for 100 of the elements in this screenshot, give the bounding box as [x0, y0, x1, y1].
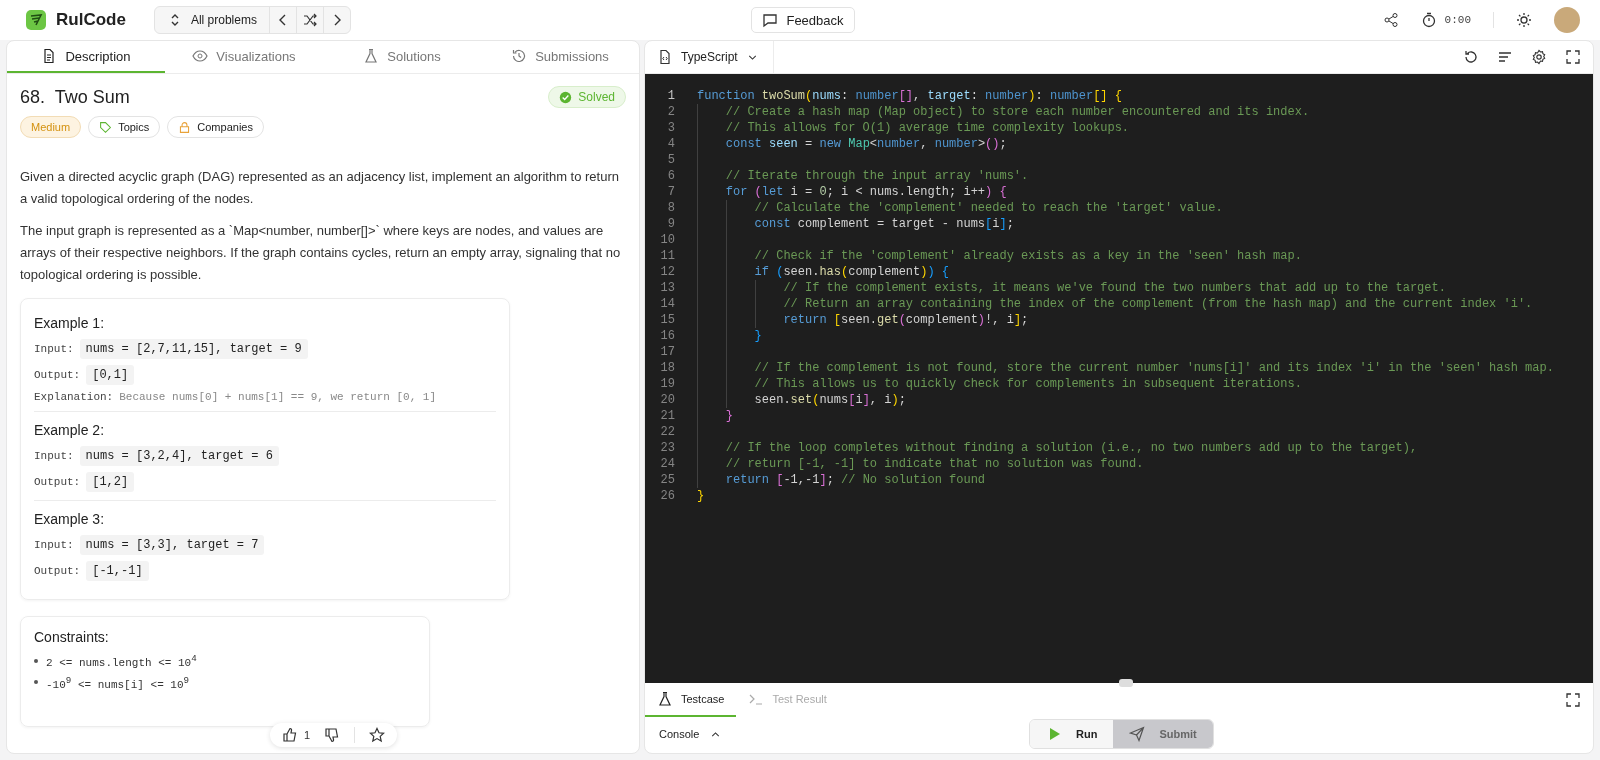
- example-label: Input:: [34, 539, 74, 551]
- submit-button[interactable]: Submit: [1113, 720, 1213, 748]
- brand-name[interactable]: RulCode: [56, 10, 126, 30]
- stopwatch-icon: [1420, 12, 1437, 28]
- line-number: 7: [666, 184, 676, 200]
- line-number: 15: [659, 312, 676, 328]
- tab[interactable]: Solutions: [323, 41, 481, 73]
- line-number: 13: [659, 280, 676, 296]
- history-icon: [511, 48, 528, 64]
- constraint-text: -10$^{9}$ <= nums[i] <= 10$^{9}$: [46, 674, 190, 691]
- line-number: 3: [666, 120, 676, 136]
- code-line: // Create a hash map (Map object) to store each number encountered and its index.: [725, 104, 1310, 120]
- logo-icon: [26, 10, 46, 30]
- example-label: Explanation:: [34, 391, 114, 403]
- problem-title: 68. Two Sum: [20, 86, 130, 108]
- tag-button[interactable]: Companies: [167, 116, 264, 138]
- line-number: 2: [666, 104, 676, 120]
- line-number: 25: [659, 472, 676, 488]
- language-select[interactable]: TypeScript: [653, 41, 774, 73]
- code-line: if (seen.has(complement)) {: [754, 264, 950, 280]
- code-line: }: [697, 488, 705, 504]
- code-line: // This allows us to quickly check for complements in subsequent iterations.: [754, 376, 1302, 392]
- line-number: 6: [666, 168, 676, 184]
- code-line: // If the complement is not found, store the current number 'nums[i]' and its index 'i' in the 'seen' hash map.: [754, 360, 1554, 376]
- example-value: [-1,-1]: [86, 561, 149, 581]
- flask-icon: [363, 48, 380, 64]
- line-number: 4: [666, 136, 676, 152]
- thumbs-up-icon: [282, 727, 298, 743]
- share-icon[interactable]: [1382, 12, 1399, 28]
- code-line: const seen = new Map<number, number>();: [725, 136, 1007, 152]
- code-line: // If the loop completes without finding a solution (i.e., no two numbers add up to the target),: [725, 440, 1418, 456]
- example-label: Output:: [34, 369, 81, 381]
- line-number: 12: [659, 264, 676, 280]
- constraints-title: Constraints:: [34, 629, 110, 645]
- example-value: nums = [3,3], target = 7: [79, 535, 265, 555]
- example-label: Output:: [34, 476, 81, 488]
- flask-icon: [657, 691, 673, 707]
- line-number: 9: [666, 216, 676, 232]
- example-value: nums = [2,7,11,15], target = 9: [79, 339, 308, 359]
- tab[interactable]: Submissions: [481, 41, 639, 73]
- format-icon[interactable]: [1497, 49, 1513, 65]
- tab[interactable]: Testcase: [645, 683, 737, 717]
- code-line: // Calculate the 'complement' needed to reach the 'target' value.: [754, 200, 1223, 216]
- line-number: 19: [659, 376, 676, 392]
- line-number: 21: [659, 408, 676, 424]
- line-number: 26: [659, 488, 676, 504]
- reset-icon[interactable]: [1463, 49, 1479, 65]
- line-number: 22: [659, 424, 676, 440]
- settings-icon[interactable]: [1531, 49, 1547, 65]
- code-line: // Return an array containing the index of the complement (from the hash map) and the current index 'i'.: [783, 296, 1533, 312]
- tab[interactable]: Description: [7, 41, 165, 73]
- example-label: Output:: [34, 565, 81, 577]
- code-line: // Check if the 'complement' already exists as a key in the 'seen' hash map.: [754, 248, 1302, 264]
- tag-icon: [99, 120, 113, 134]
- line-number: 5: [666, 152, 676, 168]
- code-line: function twoSum(nums: number[], target: number): number[] {: [697, 88, 1122, 104]
- example-value: nums = [3,2,4], target = 6: [79, 446, 279, 466]
- fullscreen-icon[interactable]: [1565, 692, 1581, 708]
- line-number: 8: [666, 200, 676, 216]
- tab[interactable]: Visualizations: [165, 41, 323, 73]
- constraint-text: 2 <= nums.length <= 10$^{4}$: [46, 653, 197, 669]
- console-button[interactable]: Console: [653, 726, 729, 742]
- code-line: seen.set(nums[i], i);: [754, 392, 906, 408]
- description-paragraph: Given a directed acyclic graph (DAG) represented as an adjacency list, implement an algorithm to return a valid topological ordering of the nodes.: [20, 168, 620, 208]
- like-button[interactable]: 1: [282, 727, 311, 743]
- code-file-icon: [657, 49, 673, 65]
- lock-icon: [178, 120, 192, 134]
- tag-button[interactable]: Topics: [88, 116, 161, 138]
- line-number: 16: [659, 328, 676, 344]
- line-number: 11: [659, 248, 676, 264]
- description-paragraph: The input graph is represented as a `Map<number, number[]>` where keys are nodes, and values are arrays of their respective neighbors. If the graph contains cycles, return an empty array, signaling that no topological ordering is possible.: [20, 222, 622, 284]
- example-value: [1,2]: [86, 472, 135, 492]
- thumbs-down-icon[interactable]: [324, 727, 341, 743]
- example-label: Input:: [34, 450, 74, 462]
- code-line: for (let i = 0; i < nums.length; i++) {: [725, 184, 1007, 200]
- solved-status: Solved: [548, 86, 626, 108]
- code-line: return [-1,-1]; // No solution found: [725, 472, 986, 488]
- example-explanation: Because nums[0] + nums[1] == 9, we return [0, 1]: [119, 391, 437, 403]
- example-value: [0,1]: [86, 365, 135, 385]
- fullscreen-icon[interactable]: [1565, 49, 1581, 65]
- paper-plane-icon: [1129, 726, 1146, 742]
- code-line: }: [725, 408, 733, 424]
- timer-button[interactable]: 0:00: [1420, 12, 1471, 28]
- resize-handle[interactable]: [1119, 679, 1133, 687]
- line-number: 1: [666, 88, 676, 104]
- code-line: // This allows for O(1) average time complexity lookups.: [725, 120, 1130, 136]
- code-line: // If the complement exists, it means we've found the two numbers that add up to the target.: [783, 280, 1446, 296]
- bullet-icon: [34, 680, 38, 685]
- theme-toggle-icon[interactable]: [1516, 12, 1532, 28]
- star-icon[interactable]: [369, 727, 386, 743]
- code-line: }: [754, 328, 762, 344]
- line-number: 14: [659, 296, 676, 312]
- code-line: const complement = target - nums[i];: [754, 216, 1014, 232]
- code-line: return [seen.get(complement)!, i];: [783, 312, 1029, 328]
- example-title: Example 3:: [34, 511, 106, 527]
- run-button[interactable]: Run: [1030, 720, 1114, 748]
- example-label: Input:: [34, 343, 74, 355]
- feedback-button[interactable]: Feedback: [751, 7, 855, 33]
- example-title: Example 1:: [34, 315, 106, 331]
- speech-bubble-icon: [762, 12, 779, 28]
